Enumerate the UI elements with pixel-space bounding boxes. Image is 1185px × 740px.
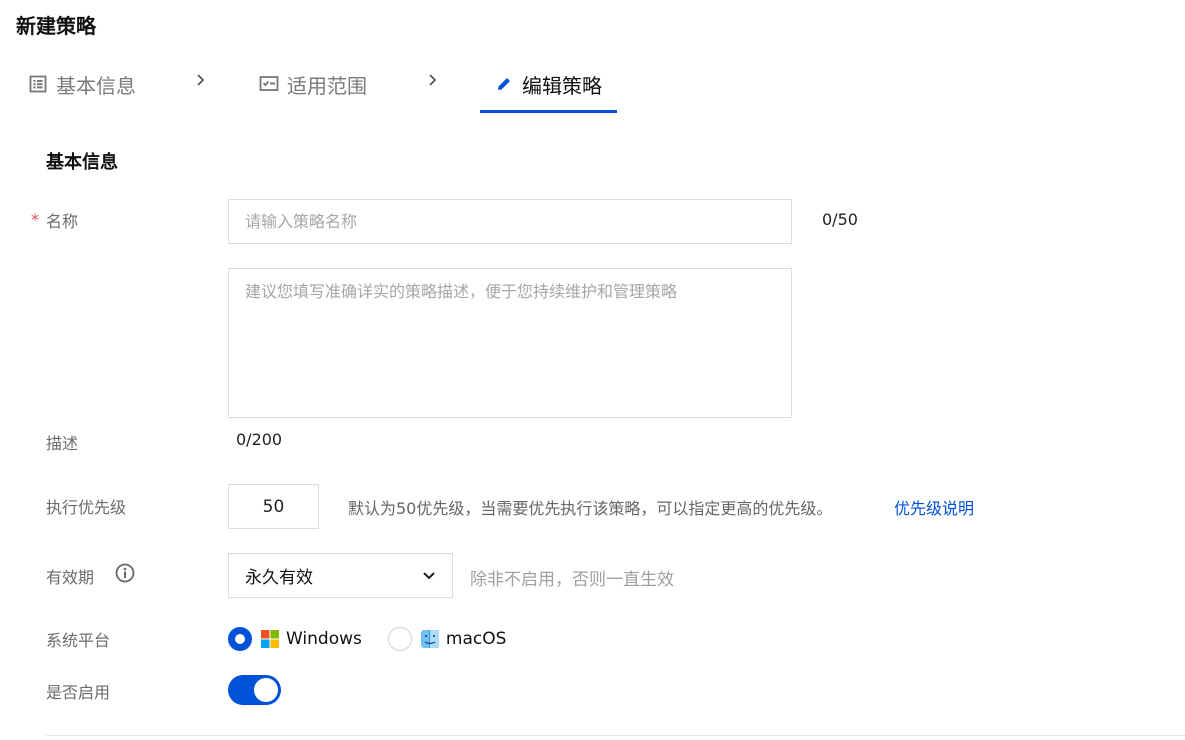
checklist-icon: [259, 74, 279, 94]
platform-label: 系统平台: [46, 631, 111, 650]
priority-input[interactable]: [228, 484, 319, 529]
active-step-indicator: [480, 110, 617, 113]
toggle-knob: [254, 678, 278, 702]
platform-radio-group: Windows macOS: [228, 626, 506, 652]
validity-hint: 除非不启用，否则一直生效: [470, 570, 674, 590]
chevron-right-icon: [428, 72, 438, 91]
windows-label: Windows: [286, 629, 362, 649]
chevron-right-icon: [196, 72, 206, 91]
step-label: 适用范围: [287, 73, 367, 98]
info-icon[interactable]: [115, 563, 135, 583]
page-title: 新建策略: [16, 14, 96, 38]
description-label: 描述: [46, 434, 79, 453]
chevron-down-icon: [422, 566, 436, 586]
windows-radio[interactable]: [228, 627, 252, 651]
priority-hint: 默认为50优先级，当需要优先执行该策略，可以指定更高的优先级。: [348, 499, 833, 518]
platform-option-macos[interactable]: macOS: [387, 627, 507, 651]
validity-select[interactable]: 永久有效: [228, 553, 453, 598]
name-label: 名称: [46, 212, 79, 231]
list-icon: [28, 74, 48, 94]
enabled-label: 是否启用: [46, 683, 111, 702]
platform-option-windows[interactable]: Windows: [228, 627, 362, 651]
step-bar: 基本信息 适用范围 编辑策略: [0, 60, 700, 114]
priority-label: 执行优先级: [46, 498, 127, 517]
name-counter: 0/50: [822, 210, 858, 229]
macos-label: macOS: [445, 629, 507, 649]
step-label: 编辑策略: [522, 73, 602, 98]
section-title: 基本信息: [46, 152, 118, 173]
required-mark: *: [31, 210, 39, 229]
step-edit-policy[interactable]: 编辑策略: [494, 64, 602, 104]
pencil-icon: [494, 74, 514, 94]
finder-icon: [420, 629, 440, 649]
validity-selected-value: 永久有效: [245, 568, 313, 588]
name-input[interactable]: [228, 199, 792, 244]
step-scope[interactable]: 适用范围: [259, 64, 367, 104]
validity-label: 有效期: [46, 568, 95, 587]
windows-logo-icon: [260, 629, 280, 649]
divider: [46, 735, 1185, 736]
macos-radio[interactable]: [387, 627, 412, 651]
step-basic-info[interactable]: 基本信息: [28, 64, 136, 104]
description-counter: 0/200: [236, 430, 283, 449]
priority-help-link[interactable]: 优先级说明: [894, 495, 974, 519]
description-input[interactable]: [228, 268, 792, 418]
enabled-toggle[interactable]: [228, 675, 281, 705]
step-label: 基本信息: [56, 73, 136, 98]
